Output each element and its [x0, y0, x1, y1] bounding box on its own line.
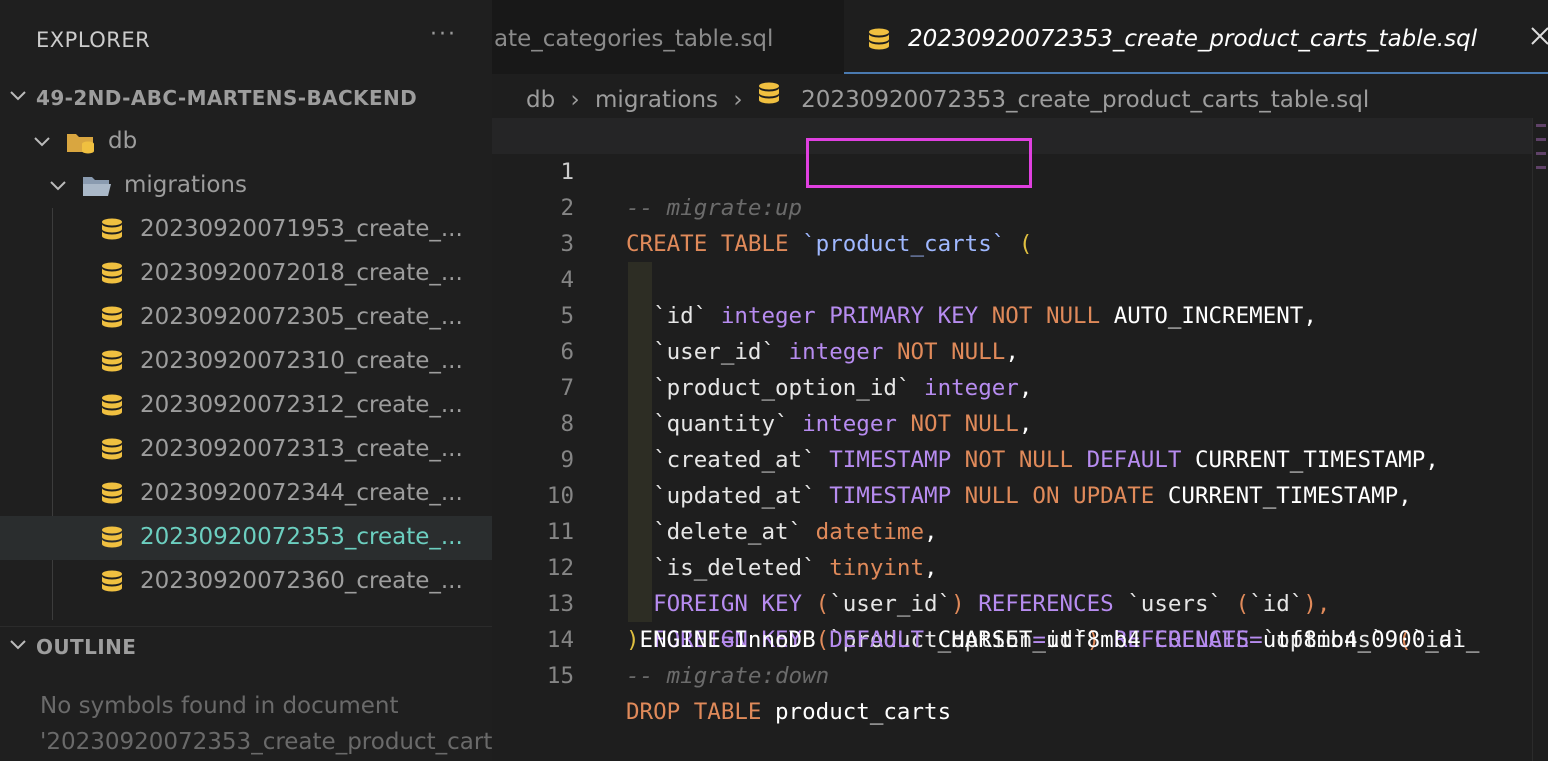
file-name: 20230920071953_create_...	[140, 216, 463, 242]
database-icon	[758, 82, 779, 104]
folder-open-icon	[83, 177, 111, 196]
code-line[interactable]: 12 FOREIGN KEY (`product_option_id`) REF…	[492, 514, 1532, 653]
file-name: 20230920072313_create_...	[140, 436, 463, 462]
project-name: 49-2ND-ABC-MARTENS-BACKEND	[36, 86, 418, 110]
file-name: 20230920072018_create_...	[140, 260, 463, 286]
explorer-title: EXPLORER	[36, 28, 151, 52]
line-number: 15	[546, 663, 574, 689]
explorer-header: EXPLORER ···	[0, 0, 492, 80]
breadcrumb: db › migrations › 20230920072353_create_…	[526, 82, 1369, 113]
highlight-box	[806, 138, 1032, 188]
database-icon	[102, 570, 122, 592]
table-name: product_carts	[775, 699, 952, 725]
code-line[interactable]: 3 `id` integer PRIMARY KEY NOT NULL AUTO…	[492, 190, 1532, 329]
folder-name: migrations	[124, 172, 247, 198]
breadcrumb-file[interactable]: 20230920072353_create_product_carts_tabl…	[801, 87, 1369, 113]
more-actions-icon[interactable]: ···	[430, 22, 457, 47]
tab-categories[interactable]: ate_categories_table.sql	[492, 0, 842, 74]
chevron-down-icon	[10, 91, 26, 101]
code-line[interactable]: 7 `created_at` TIMESTAMP NOT NULL DEFAUL…	[492, 334, 1532, 473]
minimap[interactable]	[1532, 118, 1548, 761]
code-line[interactable]: 4 `user_id` integer NOT NULL,	[492, 226, 1532, 365]
outline-empty-message: No symbols found in document '2023092007…	[40, 688, 492, 760]
database-icon	[102, 350, 122, 372]
breadcrumb-db[interactable]: db	[526, 87, 555, 113]
tree-file-migration[interactable]: 20230920072305_create_...	[0, 296, 492, 340]
code-line[interactable]: 6 `quantity` integer NOT NULL,	[492, 298, 1532, 437]
explorer-sidebar: EXPLORER ··· 49-2ND-ABC-MARTENS-BACKEND …	[0, 0, 492, 761]
tree-file-migration[interactable]: 20230920072313_create_...	[0, 428, 492, 472]
tab-label: 20230920072353_create_product_carts_tabl…	[908, 26, 1478, 52]
chevron-down-icon	[34, 137, 50, 147]
chevron-down-icon	[50, 181, 66, 191]
tree-file-migration[interactable]: 20230920072018_create_...	[0, 252, 492, 296]
database-icon	[102, 394, 122, 416]
tree-folder-migrations[interactable]: migrations	[0, 164, 492, 208]
code-line[interactable]: 5 `product_option_id` integer,	[492, 262, 1532, 401]
minimap-mark	[1536, 152, 1546, 155]
code-editor[interactable]: 1 -- migrate:up 2 CREATE TABLE `product_…	[492, 118, 1532, 725]
code-line[interactable]: 11 FOREIGN KEY (`user_id`) REFERENCES `u…	[492, 478, 1532, 617]
code-line[interactable]: 14 -- migrate:down	[492, 586, 1532, 689]
code-line[interactable]: 13 )ENGINE=InnoDB DEFAULT CHARSET=utf8mb…	[492, 550, 1532, 653]
keyword: DROP TABLE	[626, 699, 762, 725]
file-name: 20230920072344_create_...	[140, 480, 463, 506]
code-line[interactable]: 15 DROP TABLE product_carts	[492, 622, 1532, 725]
chevron-right-icon: ›	[570, 86, 580, 113]
file-name: 20230920072312_create_...	[140, 392, 463, 418]
breadcrumb-migrations[interactable]: migrations	[595, 87, 718, 113]
database-folder-icon	[67, 134, 94, 154]
database-icon	[102, 306, 122, 328]
tree-file-migration[interactable]: 20230920071953_create_...	[0, 208, 492, 252]
chevron-right-icon: ›	[733, 86, 743, 113]
tree-file-migration[interactable]: 20230920072344_create_...	[0, 472, 492, 516]
minimap-mark	[1536, 166, 1546, 169]
database-icon	[102, 482, 122, 504]
close-icon[interactable]	[1528, 24, 1548, 48]
editor-area: ate_categories_table.sql 20230920072353_…	[492, 0, 1548, 761]
folder-name: db	[108, 128, 138, 154]
outline-section-header[interactable]: OUTLINE	[0, 626, 492, 666]
file-name: 20230920072353_create_...	[140, 524, 463, 550]
tree-file-migration[interactable]: 20230920072310_create_...	[0, 340, 492, 384]
outline-empty-line: No symbols found in document	[40, 693, 399, 719]
tab-label: ate_categories_table.sql	[494, 26, 774, 52]
tree-folder-db[interactable]: db	[0, 120, 492, 164]
minimap-mark	[1536, 138, 1546, 141]
database-icon	[102, 218, 122, 240]
outline-title: OUTLINE	[36, 635, 137, 659]
code-line[interactable]: 8 `updated_at` TIMESTAMP NULL ON UPDATE …	[492, 370, 1532, 509]
file-name: 20230920072360_create_...	[140, 568, 463, 594]
database-icon	[102, 526, 122, 548]
tree-file-migration[interactable]: 20230920072312_create_...	[0, 384, 492, 428]
database-icon	[102, 262, 122, 284]
database-icon	[102, 438, 122, 460]
outline-empty-line: '20230920072353_create_product_carts_tab…	[40, 729, 492, 755]
file-name: 20230920072305_create_...	[140, 304, 463, 330]
minimap-mark	[1536, 124, 1546, 127]
code-line[interactable]: 9 `delete_at` datetime,	[492, 406, 1532, 545]
project-section-header[interactable]: 49-2ND-ABC-MARTENS-BACKEND	[0, 78, 492, 118]
tree-file-migration[interactable]: 20230920072353_create_...	[0, 516, 492, 560]
tab-product-carts[interactable]: 20230920072353_create_product_carts_tabl…	[844, 0, 1548, 74]
tab-bar: ate_categories_table.sql 20230920072353_…	[492, 0, 1548, 74]
chevron-down-icon	[10, 640, 26, 650]
code-line[interactable]: 10 `is_deleted` tinyint,	[492, 442, 1532, 581]
file-name: 20230920072310_create_...	[140, 348, 463, 374]
database-icon	[869, 28, 889, 50]
tree-file-migration[interactable]: 20230920072360_create_...	[0, 560, 492, 604]
comment: -- migrate:down	[626, 663, 830, 689]
